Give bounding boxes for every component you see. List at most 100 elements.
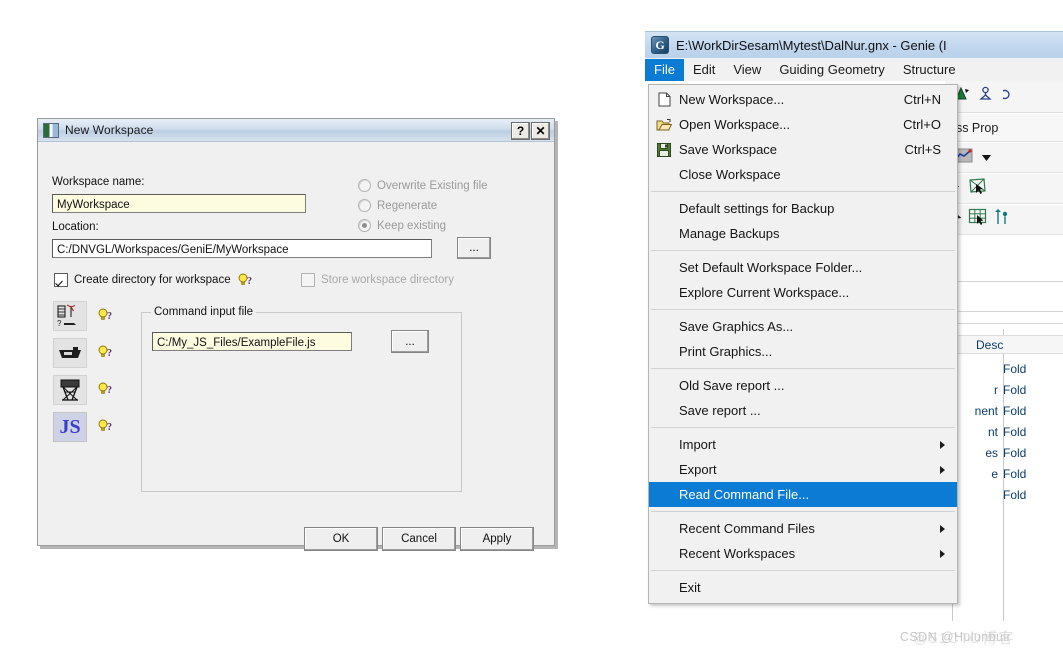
menu-item-export[interactable]: Export — [649, 457, 957, 482]
watermark: CSDN @Hulunbuir — [900, 630, 1012, 644]
menu-item-save-report[interactable]: Save report ... — [649, 398, 957, 423]
jacket-tower-icon-button[interactable] — [53, 375, 87, 405]
menu-item-recent-workspaces[interactable]: Recent Workspaces — [649, 541, 957, 566]
tree-row[interactable]: Fold — [945, 358, 1063, 379]
help-bulb-icon[interactable]: ? — [98, 308, 114, 322]
menu-item-print-graphics[interactable]: Print Graphics... — [649, 339, 957, 364]
menu-item-exit[interactable]: Exit — [649, 575, 957, 600]
tree-row[interactable]: e Fold — [945, 463, 1063, 484]
menu-item-old-save-report[interactable]: Old Save report ... — [649, 373, 957, 398]
genie-tree-panel: Desc Fold r Fold nent Fold nt Fold es Fo… — [945, 241, 1063, 621]
more-tools-icon[interactable] — [1001, 86, 1011, 108]
menu-item-save-workspace[interactable]: Save Workspace Ctrl+S — [649, 137, 957, 162]
menu-item-set-default-workspace-folder[interactable]: Set Default Workspace Folder... — [649, 255, 957, 280]
general-structure-icon-button[interactable]: ? — [53, 301, 87, 331]
menubar-item-structure[interactable]: Structure — [894, 59, 965, 81]
menubar-item-file[interactable]: File — [645, 58, 684, 81]
genie-property-strip: ess Prop — [945, 114, 1063, 142]
menu-item-accel: Ctrl+N — [903, 92, 941, 107]
radio-keep-existing[interactable]: Keep existing — [358, 219, 446, 232]
checkbox-indicator — [54, 273, 68, 287]
browse-command-file-button[interactable]: ... — [391, 330, 429, 353]
tree-row[interactable]: es Fold — [945, 442, 1063, 463]
menu-item-manage-backups[interactable]: Manage Backups — [649, 221, 957, 246]
tree-row-desc: Fold — [1003, 445, 1027, 460]
general-structure-icon: ? — [56, 304, 84, 328]
dropdown-arrow-icon[interactable] — [981, 149, 992, 167]
file-dropdown-menu: New Workspace... Ctrl+N Open Workspace..… — [648, 84, 958, 604]
dialog-titlebar: New Workspace ? ✕ — [38, 119, 554, 142]
grid-select-icon[interactable] — [968, 208, 988, 231]
genie-titlebar: G E:\WorkDirSesam\Mytest\DalNur.gnx - Ge… — [645, 31, 1063, 58]
radio-regenerate[interactable]: Regenerate — [358, 199, 437, 212]
menu-item-label: Exit — [679, 580, 701, 595]
tree-row[interactable]: nent Fold — [945, 400, 1063, 421]
radio-label: Keep existing — [377, 219, 447, 232]
panel-divider-1 — [945, 281, 1063, 282]
menu-separator — [651, 427, 955, 428]
submenu-arrow-icon — [940, 524, 945, 533]
svg-text:?: ? — [107, 385, 112, 396]
help-bulb-icon[interactable]: ? — [98, 382, 114, 396]
panel-divider-3 — [945, 323, 1063, 324]
menu-item-default-settings-backup[interactable]: Default settings for Backup — [649, 196, 957, 221]
menu-item-read-command-file[interactable]: Read Command File... — [649, 482, 957, 507]
browse-location-button[interactable]: ... — [457, 237, 491, 259]
genie-toolbar-row-4 — [945, 205, 1063, 235]
menubar-item-view[interactable]: View — [724, 59, 770, 81]
mesh-select-icon[interactable] — [968, 177, 987, 200]
group-title: Command input file — [151, 306, 257, 318]
menu-item-close-workspace[interactable]: Close Workspace — [649, 162, 957, 187]
checkbox-label: Store workspace directory — [321, 274, 454, 286]
svg-text:?: ? — [107, 348, 112, 359]
checkbox-label: Create directory for workspace — [74, 274, 231, 286]
checkbox-indicator — [301, 273, 315, 287]
radio-indicator — [358, 199, 371, 212]
help-bulb-icon[interactable]: ? — [98, 345, 114, 359]
cancel-button[interactable]: Cancel — [382, 527, 456, 551]
help-button[interactable]: ? — [511, 122, 530, 140]
genie-toolbar-row-3 — [945, 174, 1063, 204]
menu-item-label: Import — [679, 437, 716, 452]
menu-item-open-workspace[interactable]: Open Workspace... Ctrl+O — [649, 112, 957, 137]
genie-window-title: E:\WorkDirSesam\Mytest\DalNur.gnx - Geni… — [676, 37, 947, 53]
location-input[interactable]: C:/DNVGL/Workspaces/GeniE/MyWorkspace — [52, 239, 432, 258]
svg-text:?: ? — [107, 311, 112, 322]
workspace-icon — [43, 122, 59, 138]
menu-separator — [651, 309, 955, 310]
menu-item-new-workspace[interactable]: New Workspace... Ctrl+N — [649, 87, 957, 112]
tree-row-desc: Fold — [1003, 466, 1027, 481]
create-directory-checkbox[interactable]: Create directory for workspace ? — [54, 273, 254, 287]
node-tool-icon[interactable] — [994, 208, 1010, 231]
tree-row-desc: Fold — [1003, 382, 1027, 397]
command-file-input[interactable]: C:/My_JS_Files/ExampleFile.js — [152, 332, 352, 351]
ship-hull-icon-button[interactable] — [53, 338, 87, 368]
radio-overwrite-existing-file[interactable]: Overwrite Existing file — [358, 179, 488, 192]
apply-button[interactable]: Apply — [460, 527, 534, 551]
store-workspace-directory-checkbox[interactable]: Store workspace directory — [301, 273, 454, 287]
tree-row[interactable]: Fold — [945, 484, 1063, 505]
save-floppy-icon — [656, 142, 672, 158]
jacket-tower-icon — [57, 378, 83, 402]
help-bulb-icon[interactable]: ? — [98, 419, 114, 433]
menu-item-explore-current-workspace[interactable]: Explore Current Workspace... — [649, 280, 957, 305]
menubar-item-guiding-geometry[interactable]: Guiding Geometry — [770, 59, 894, 81]
close-button[interactable]: ✕ — [531, 122, 550, 140]
javascript-icon-button[interactable]: JS — [53, 412, 87, 442]
menu-item-import[interactable]: Import — [649, 432, 957, 457]
menubar-item-edit[interactable]: Edit — [684, 59, 724, 81]
menu-item-label: Old Save report ... — [679, 378, 785, 393]
tree-row[interactable]: nt Fold — [945, 421, 1063, 442]
menu-item-save-graphics-as[interactable]: Save Graphics As... — [649, 314, 957, 339]
new-document-icon — [656, 92, 672, 108]
workspace-name-input[interactable]: MyWorkspace — [52, 194, 306, 213]
menu-item-recent-command-files[interactable]: Recent Command Files — [649, 516, 957, 541]
tree-row[interactable]: r Fold — [945, 379, 1063, 400]
menu-item-label: New Workspace... — [679, 92, 785, 107]
screenshot-root: G E:\WorkDirSesam\Mytest\DalNur.gnx - Ge… — [0, 0, 1063, 657]
submenu-arrow-icon — [940, 549, 945, 558]
menu-separator — [651, 368, 955, 369]
help-bulb-icon[interactable]: ? — [238, 273, 254, 287]
ok-button[interactable]: OK — [304, 527, 378, 551]
support-point-icon[interactable] — [977, 86, 994, 108]
